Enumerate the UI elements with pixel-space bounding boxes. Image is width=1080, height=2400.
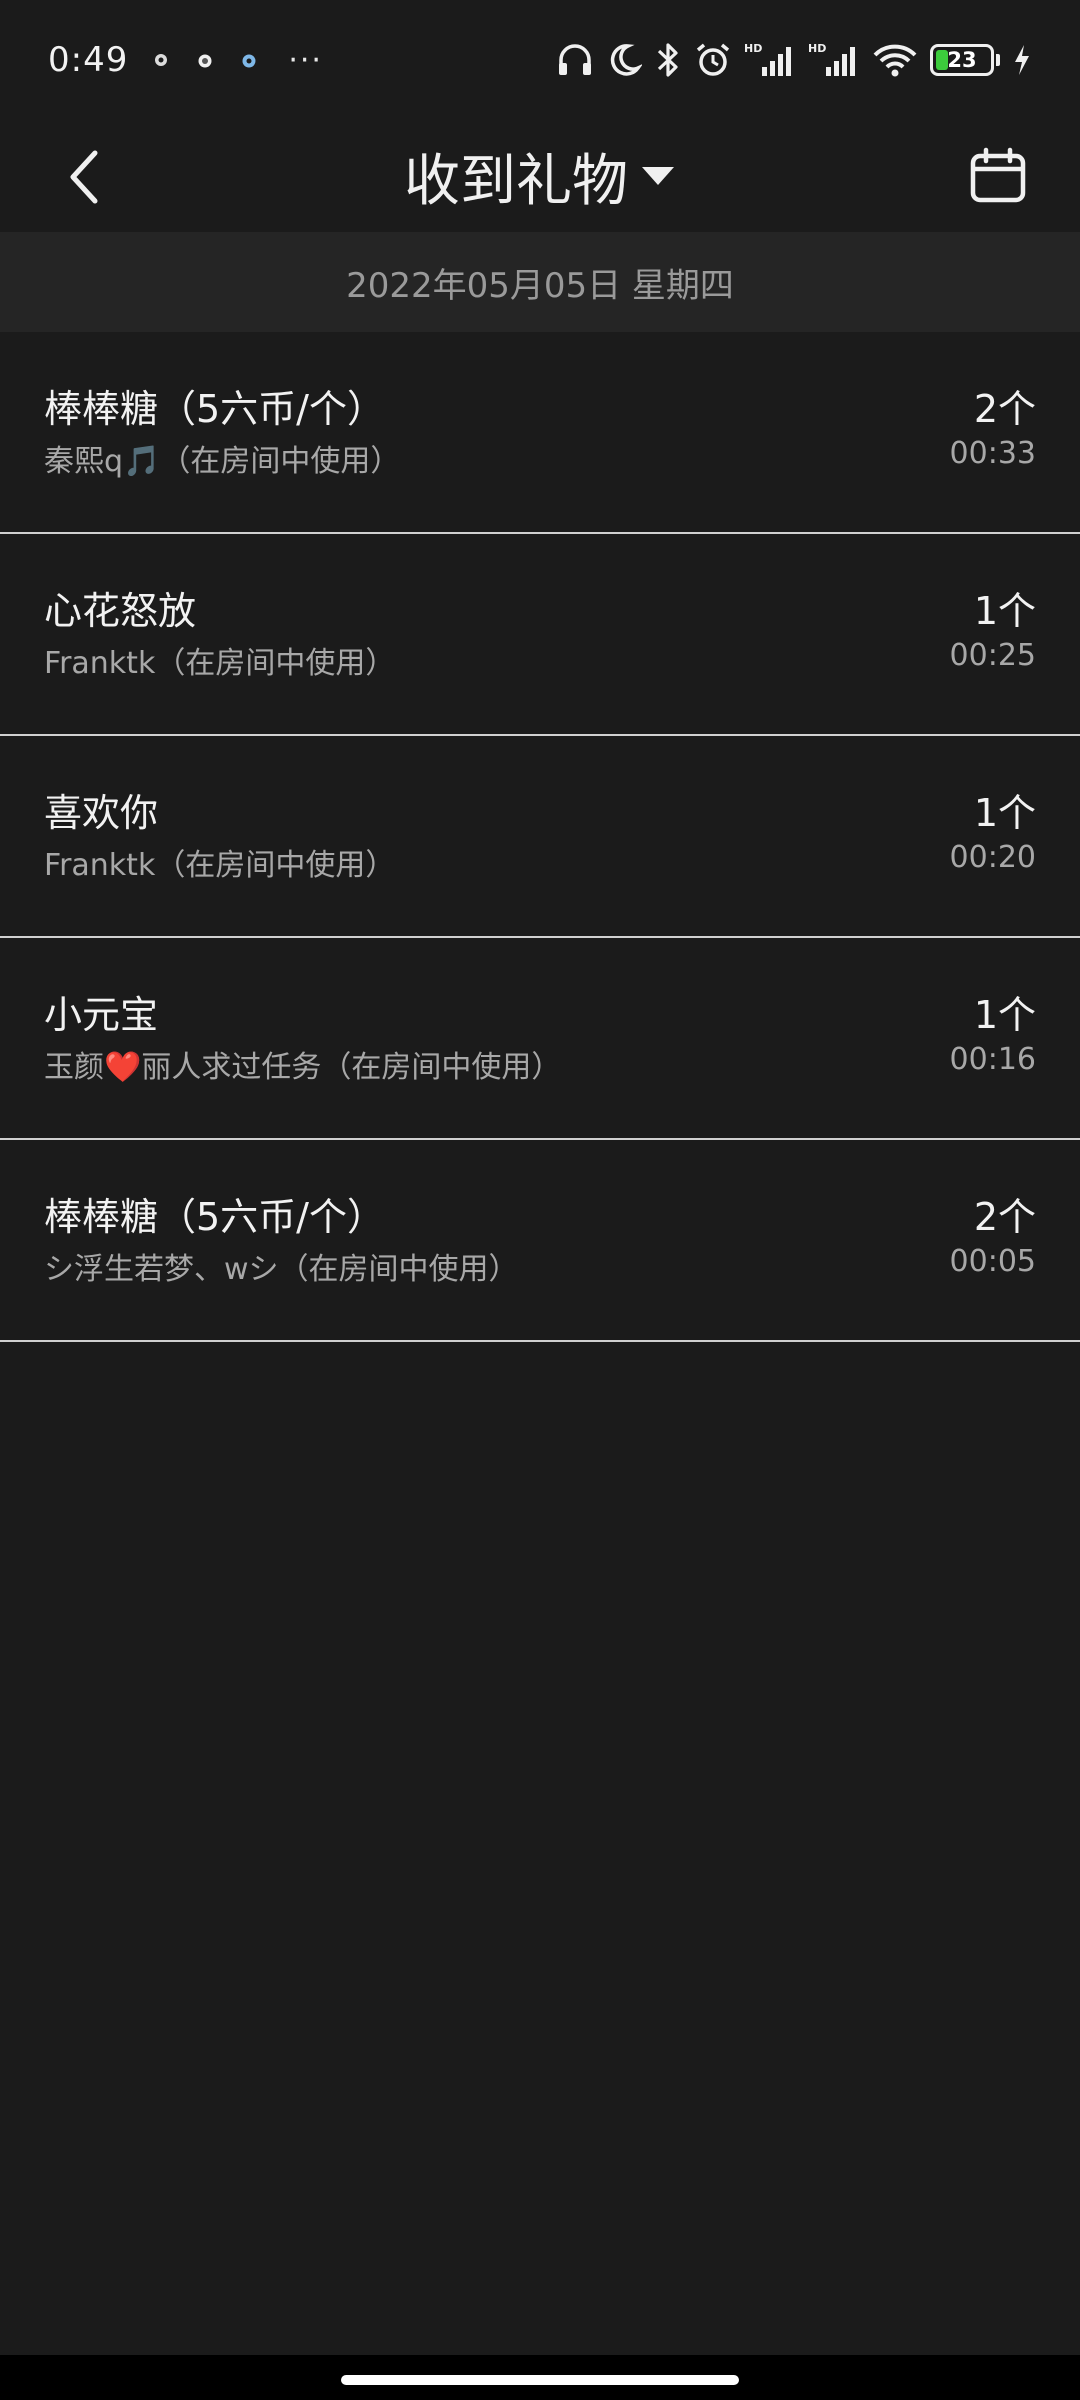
gift-sender: シ浮生若梦、wシ（在房间中使用）: [44, 1252, 519, 1287]
notification-app-icon: [238, 49, 260, 71]
moon-icon: [606, 42, 642, 78]
chevron-left-icon: [70, 150, 98, 204]
battery-tip: [996, 54, 1000, 66]
gift-count: 1个: [973, 993, 1036, 1037]
svg-text:HD: HD: [808, 42, 826, 55]
notification-app-icon: [194, 49, 216, 71]
gift-time: 00:25: [949, 638, 1036, 673]
battery-percent: 23: [947, 48, 977, 72]
list-item[interactable]: 心花怒放 Franktk（在房间中使用） 1个 00:25: [0, 534, 1080, 736]
navigation-bar: [0, 2355, 1080, 2400]
bluetooth-icon: [654, 41, 682, 79]
date-section-header: 2022年05月05日 星期四: [0, 232, 1080, 332]
notification-app-icon: [150, 49, 172, 71]
gift-sender: Franktk（在房间中使用）: [44, 646, 396, 681]
status-time: 0:49: [48, 40, 129, 80]
gift-sender: 玉颜❤️丽人求过任务（在房间中使用）: [44, 1050, 562, 1085]
signal-hd-icon: HD: [808, 41, 860, 79]
gift-received-screen: 0:49 ··· HD HD 23 收到礼物 2022年05月05日 星期四 棒…: [0, 0, 1080, 2400]
gift-name: 棒棒糖（5六币/个）: [44, 387, 385, 431]
gift-time: 00:16: [949, 1042, 1036, 1077]
home-indicator[interactable]: [341, 2375, 739, 2385]
title-dropdown[interactable]: 收到礼物: [404, 136, 676, 217]
list-item[interactable]: 小元宝 玉颜❤️丽人求过任务（在房间中使用） 1个 00:16: [0, 938, 1080, 1140]
gift-name: 喜欢你: [44, 791, 159, 835]
calendar-icon: [970, 147, 1026, 203]
list-item[interactable]: 棒棒糖（5六币/个） シ浮生若梦、wシ（在房间中使用） 2个 00:05: [0, 1140, 1080, 1342]
status-right: HD HD 23: [556, 41, 1032, 79]
gift-name: 心花怒放: [44, 589, 197, 633]
battery-icon: 23: [930, 44, 994, 76]
caret-down-icon: [642, 167, 674, 185]
calendar-button[interactable]: [960, 138, 1036, 214]
alarm-icon: [694, 41, 732, 79]
gift-count: 1个: [973, 791, 1036, 835]
gift-time: 00:33: [949, 436, 1036, 471]
gift-sender: 秦熙q🎵（在房间中使用）: [44, 444, 401, 479]
date-label: 2022年05月05日 星期四: [346, 265, 734, 306]
gift-name: 小元宝: [44, 993, 159, 1037]
svg-text:HD: HD: [744, 42, 762, 55]
list-item[interactable]: 喜欢你 Franktk（在房间中使用） 1个 00:20: [0, 736, 1080, 938]
headphones-icon: [556, 41, 594, 79]
gift-count: 2个: [973, 387, 1036, 431]
signal-hd-icon: HD: [744, 41, 796, 79]
gift-sender: Franktk（在房间中使用）: [44, 848, 396, 883]
gift-time: 00:20: [949, 840, 1036, 875]
wifi-icon: [872, 41, 918, 79]
page-title: 收到礼物: [404, 148, 628, 214]
status-left: 0:49 ···: [48, 40, 323, 80]
gift-name: 棒棒糖（5六币/个）: [44, 1195, 385, 1239]
gift-list: 棒棒糖（5六币/个） 秦熙q🎵（在房间中使用） 2个 00:33 心花怒放 Fr…: [0, 332, 1080, 1342]
more-notifications-icon: ···: [288, 42, 323, 78]
status-bar: 0:49 ··· HD HD 23: [0, 0, 1080, 120]
back-button[interactable]: [48, 142, 118, 212]
gift-count: 2个: [973, 1195, 1036, 1239]
charging-icon: [1012, 43, 1032, 77]
header: 收到礼物: [0, 120, 1080, 232]
battery-level-fill: [936, 50, 948, 70]
gift-time: 00:05: [949, 1244, 1036, 1279]
list-item[interactable]: 棒棒糖（5六币/个） 秦熙q🎵（在房间中使用） 2个 00:33: [0, 332, 1080, 534]
gift-count: 1个: [973, 589, 1036, 633]
